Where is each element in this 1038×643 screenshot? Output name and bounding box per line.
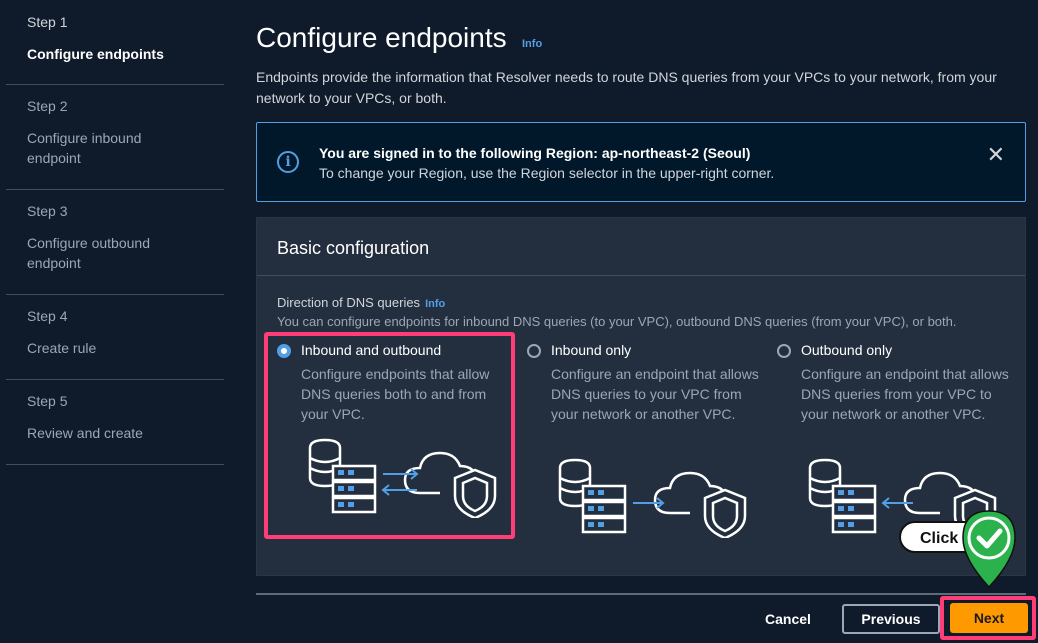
panel-title: Basic configuration [257,218,1025,276]
radio-button[interactable] [527,344,541,358]
previous-button[interactable]: Previous [842,604,940,634]
step-1[interactable]: Step 1 Configure endpoints [6,0,224,85]
field-label: Direction of DNS queries Info [277,295,445,310]
step-2[interactable]: Step 2 Configure inbound endpoint [6,85,224,190]
selected-option-highlight [264,332,515,539]
field-label-text: Direction of DNS queries [277,295,421,310]
field-info-link[interactable]: Info [425,298,445,310]
option-description: Configure an endpoint that allows DNS qu… [551,366,759,422]
step-number: Step 4 [27,308,68,324]
step-number: Step 2 [27,98,68,114]
step-title: Create rule [27,340,97,356]
close-icon[interactable]: ✕ [987,142,1005,168]
page-title: Configure endpoints [256,22,507,53]
step-4[interactable]: Step 4 Create rule [6,295,224,380]
inbound-diagram-icon [558,458,747,538]
alert-title: You are signed in to the following Regio… [319,145,751,161]
step-title: Configure outbound endpoint [27,235,150,271]
field-description: You can configure endpoints for inbound … [277,314,957,329]
alert-text: To change your Region, use the Region se… [319,165,775,181]
next-button[interactable]: Next [950,603,1028,633]
option-label: Outbound only [801,342,893,358]
step-number: Step 5 [27,393,68,409]
cancel-button[interactable]: Cancel [752,604,824,634]
step-title: Configure inbound endpoint [27,130,142,166]
option-description: Configure an endpoint that allows DNS qu… [801,366,1009,422]
page-description: Endpoints provide the information that R… [256,69,997,106]
step-number: Step 1 [27,14,68,30]
region-alert: i You are signed in to the following Reg… [256,122,1026,202]
info-circle-icon: i [277,151,299,173]
wizard-steps-nav: Step 1 Configure endpoints Step 2 Config… [6,0,224,465]
step-title: Configure endpoints [27,46,164,62]
title-info-link[interactable]: Info [522,38,542,50]
option-label: Inbound only [551,342,632,358]
radio-button[interactable] [777,344,791,358]
step-5[interactable]: Step 5 Review and create [6,380,224,465]
footer-divider [256,593,1026,595]
check-pin-icon [962,510,1016,589]
step-number: Step 3 [27,203,68,219]
step-title: Review and create [27,425,143,441]
step-3[interactable]: Step 3 Configure outbound endpoint [6,190,224,295]
